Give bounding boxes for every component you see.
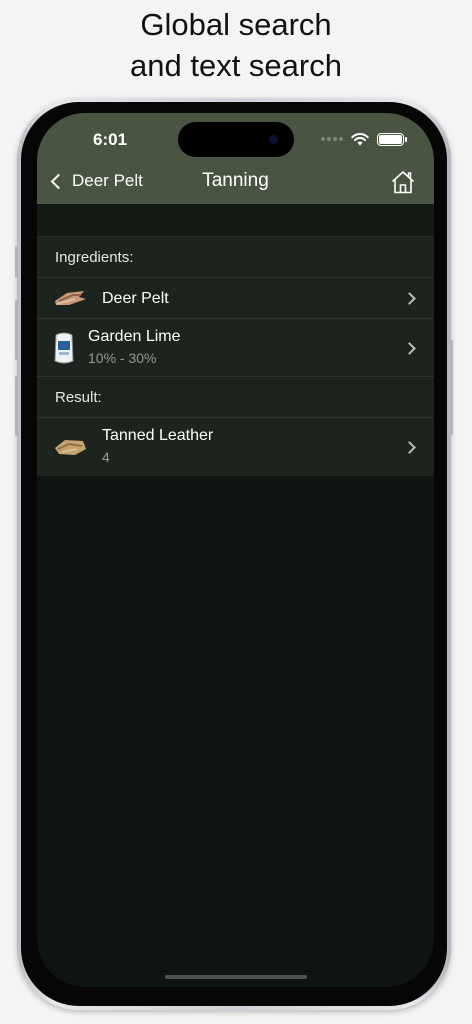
dynamic-island xyxy=(178,122,294,157)
caption-line-1: Global search xyxy=(140,7,332,42)
header-spacer xyxy=(37,204,434,236)
list-item[interactable]: Tanned Leather 4 xyxy=(37,418,434,476)
app-screen: 6:01 Deer Pelt Tanning Ingredients: Deer… xyxy=(37,113,434,987)
wifi-icon xyxy=(351,133,369,146)
ingredient-title: Garden Lime xyxy=(88,328,181,345)
result-section-label: Result: xyxy=(37,377,434,418)
chevron-right-icon xyxy=(403,342,416,355)
deer-pelt-icon xyxy=(55,291,86,305)
garden-lime-icon xyxy=(54,332,74,364)
chevron-right-icon xyxy=(403,292,416,305)
home-indicator[interactable] xyxy=(165,975,307,979)
ingredient-title: Deer Pelt xyxy=(102,290,169,307)
recipe-group: Ingredients: Deer Pelt Garden Lime 10% -… xyxy=(37,236,434,476)
result-title: Tanned Leather xyxy=(102,427,214,444)
navigation-header: 6:01 Deer Pelt Tanning xyxy=(37,113,434,204)
power-button xyxy=(450,340,453,435)
status-icons xyxy=(321,132,407,146)
list-item[interactable]: Deer Pelt xyxy=(37,278,434,319)
volume-up-button xyxy=(15,300,18,360)
list-item[interactable]: Garden Lime 10% - 30% xyxy=(37,319,434,377)
caption-line-2: and text search xyxy=(130,48,342,83)
result-quantity: 4 xyxy=(102,449,110,465)
ingredient-amount: 10% - 30% xyxy=(88,350,157,366)
signal-icon xyxy=(321,137,343,141)
home-icon[interactable] xyxy=(390,169,416,195)
ingredients-section-label: Ingredients: xyxy=(37,237,434,278)
volume-down-button xyxy=(15,376,18,436)
promo-caption: Global search and text search xyxy=(0,4,472,86)
action-button xyxy=(15,246,18,278)
tanned-leather-icon xyxy=(55,440,86,455)
chevron-right-icon xyxy=(403,441,416,454)
status-time: 6:01 xyxy=(93,130,128,149)
battery-icon xyxy=(377,132,407,146)
page-title: Tanning xyxy=(202,170,269,191)
nav-bar: Deer Pelt Tanning xyxy=(37,165,434,204)
